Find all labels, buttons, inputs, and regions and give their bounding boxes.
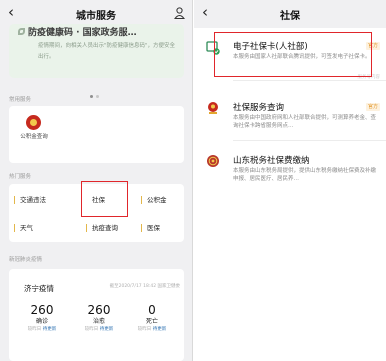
stat-recovered: 260 治愈 较昨日 待更新 xyxy=(75,303,123,333)
stat-change: 较昨日 待更新 xyxy=(137,327,167,332)
city-services-screen: ‹ 城市服务 防疫健康码 · 国家政务服… 疫情期间，向相关人员出示"防疫健康信… xyxy=(0,0,193,361)
housing-fund-query-label[interactable]: 公积金查询 xyxy=(15,133,53,142)
user-icon[interactable] xyxy=(174,7,185,19)
epidemic-section-label: 新冠肺炎疫情 xyxy=(9,257,43,263)
divider xyxy=(233,80,386,81)
hot-item-traffic-violation[interactable]: 交通违法 xyxy=(9,189,65,211)
right-navbar: ‹ 社保 xyxy=(194,0,386,28)
leaf-icon xyxy=(18,28,25,35)
hot-services-label: 热门服务 xyxy=(9,174,32,180)
hot-item-medical-insurance[interactable]: 医保 xyxy=(136,217,192,239)
update-time: 截至2020/7/17 18:42 国家卫健委 xyxy=(109,284,180,289)
stat-change: 较昨日 待更新 xyxy=(84,327,114,332)
carousel-dot-active[interactable] xyxy=(90,95,93,98)
stat-value: 260 xyxy=(30,303,54,317)
stat-value: 0 xyxy=(148,303,156,317)
social-security-screen: ‹ 社保 电子社保卡(人社部) 官方 本服务由国家人社部联合腾讯提供，可签发电子… xyxy=(194,0,386,361)
service-shandong-tax[interactable]: 山东税务社保费缴纳 本服务由山东税务局提供，提供山东税务缴纳社保费及补缴申报、居… xyxy=(194,148,386,190)
carousel-dot[interactable] xyxy=(96,95,99,98)
hot-item-epidemic-query[interactable]: 抗疫查询 xyxy=(81,217,137,239)
service-description: 本服务由山东税务局提供，提供山东税务缴纳社保费及补缴申报、居民医疗、居民养… xyxy=(233,168,377,182)
hot-item-housing-fund[interactable]: 公积金 xyxy=(136,189,192,211)
stat-confirmed: 260 确诊 较昨日 待更新 xyxy=(18,303,66,333)
national-emblem-icon xyxy=(208,102,218,114)
housing-fund-icon[interactable] xyxy=(26,115,41,130)
common-services-card: 公积金查询 xyxy=(9,106,184,163)
epidemic-card[interactable]: 济宁疫情 截至2020/7/17 18:42 国家卫健委 260 确诊 较昨日 … xyxy=(9,269,184,361)
banner-title: 防疫健康码 · 国家政务服… xyxy=(28,28,137,38)
page-title: 社保 xyxy=(280,11,300,22)
stat-change: 较昨日 待更新 xyxy=(27,327,57,332)
page-title: 城市服务 xyxy=(76,11,116,22)
service-title: 社保服务查询 xyxy=(233,103,285,113)
stat-deaths: 0 死亡 较昨日 待更新 xyxy=(128,303,176,333)
common-services-label: 常用服务 xyxy=(9,97,32,103)
carousel-dots xyxy=(90,83,102,102)
banner-description: 疫情期间，向相关人员出示"防疫健康信息码"，方便安全出行。 xyxy=(38,43,176,60)
highlight-box xyxy=(81,181,128,217)
hot-item-weather[interactable]: 天气 xyxy=(9,217,65,239)
service-title: 山东税务社保费缴纳 xyxy=(233,156,310,166)
stat-label: 确诊 xyxy=(35,318,48,325)
stat-label: 死亡 xyxy=(145,318,158,325)
stat-value: 260 xyxy=(87,303,111,317)
stat-label: 治愈 xyxy=(92,318,105,325)
health-code-banner[interactable]: 防疫健康码 · 国家政务服… 疫情期间，向相关人员出示"防疫健康信息码"，方便安… xyxy=(9,24,184,78)
divider xyxy=(233,140,386,141)
highlight-box xyxy=(214,32,372,77)
service-description: 本服务由中国政府网和人社部联合提供，可测算养老金、查询社保卡跨省服务网点… xyxy=(233,115,377,129)
tax-bureau-icon xyxy=(207,155,219,167)
city-name: 济宁疫情 xyxy=(24,284,54,293)
official-badge: 官方 xyxy=(365,103,380,111)
service-social-security-query[interactable]: 社保服务查询 官方 本服务由中国政府网和人社部联合提供，可测算养老金、查询社保卡… xyxy=(194,95,386,135)
